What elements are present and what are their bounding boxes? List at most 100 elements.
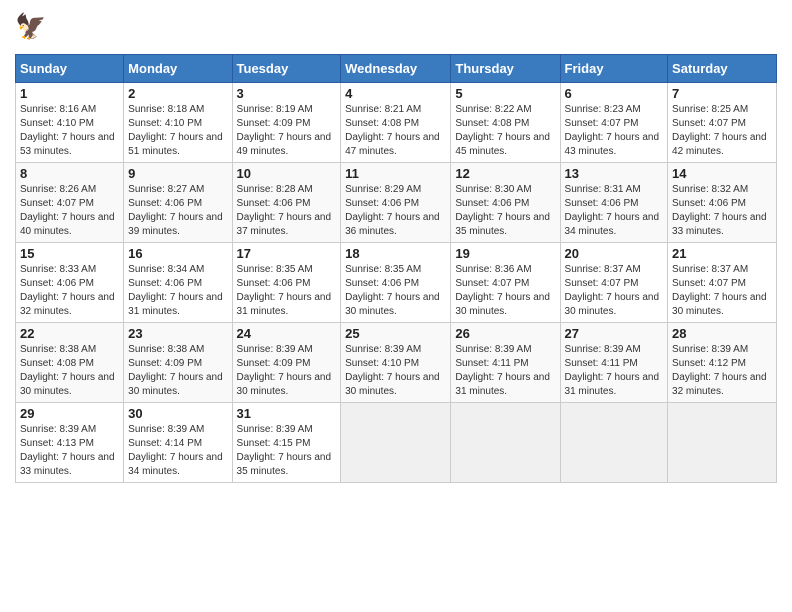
- day-info: Sunrise: 8:36 AMSunset: 4:07 PMDaylight:…: [455, 263, 555, 319]
- day-info: Sunrise: 8:28 AMSunset: 4:06 PMDaylight:…: [237, 183, 337, 239]
- day-number: 16: [128, 246, 227, 261]
- calendar-week-1: 1Sunrise: 8:16 AMSunset: 4:10 PMDaylight…: [16, 83, 777, 163]
- day-info: Sunrise: 8:35 AMSunset: 4:06 PMDaylight:…: [345, 263, 446, 319]
- day-info: Sunrise: 8:32 AMSunset: 4:06 PMDaylight:…: [672, 183, 772, 239]
- col-thursday: Thursday: [451, 55, 560, 83]
- calendar-week-5: 29Sunrise: 8:39 AMSunset: 4:13 PMDayligh…: [16, 403, 777, 483]
- day-number: 23: [128, 326, 227, 341]
- table-row: 27 Sunrise: 8:39 AMSunset: 4:11 PMDayligh…: [560, 323, 668, 403]
- day-number: 8: [20, 166, 119, 181]
- calendar-week-4: 22 Sunrise: 8:38 AMSunset: 4:08 PMDayligh…: [16, 323, 777, 403]
- day-number: 5: [455, 86, 555, 101]
- table-row: 7 Sunrise: 8:25 AMSunset: 4:07 PMDaylight…: [668, 83, 777, 163]
- day-info: Sunrise: 8:39 AMSunset: 4:11 PMDaylight:…: [565, 343, 664, 399]
- day-info: Sunrise: 8:21 AMSunset: 4:08 PMDaylight:…: [345, 103, 446, 159]
- table-row: 26Sunrise: 8:39 AMSunset: 4:11 PMDayligh…: [451, 323, 560, 403]
- day-info: Sunrise: 8:29 AMSunset: 4:06 PMDaylight:…: [345, 183, 446, 239]
- day-info: Sunrise: 8:33 AMSunset: 4:06 PMDaylight:…: [20, 263, 119, 319]
- table-row: 30 Sunrise: 8:39 AMSunset: 4:14 PMDayligh…: [124, 403, 232, 483]
- day-number: 21: [672, 246, 772, 261]
- col-saturday: Saturday: [668, 55, 777, 83]
- day-number: 31: [237, 406, 337, 421]
- table-row: 5 Sunrise: 8:22 AMSunset: 4:08 PMDaylight…: [451, 83, 560, 163]
- day-number: 18: [345, 246, 446, 261]
- table-row: 11Sunrise: 8:29 AMSunset: 4:06 PMDayligh…: [341, 163, 451, 243]
- logo: 🦅: [15, 10, 51, 46]
- day-info: Sunrise: 8:35 AMSunset: 4:06 PMDaylight:…: [237, 263, 337, 319]
- table-row: 23 Sunrise: 8:38 AMSunset: 4:09 PMDayligh…: [124, 323, 232, 403]
- day-number: 27: [565, 326, 664, 341]
- calendar-week-2: 8 Sunrise: 8:26 AMSunset: 4:07 PMDaylight…: [16, 163, 777, 243]
- day-info: Sunrise: 8:38 AMSunset: 4:09 PMDaylight:…: [128, 343, 227, 399]
- table-row: 21 Sunrise: 8:37 AMSunset: 4:07 PMDayligh…: [668, 243, 777, 323]
- col-sunday: Sunday: [16, 55, 124, 83]
- table-row: 1Sunrise: 8:16 AMSunset: 4:10 PMDaylight…: [16, 83, 124, 163]
- day-info: Sunrise: 8:37 AMSunset: 4:07 PMDaylight:…: [565, 263, 664, 319]
- table-row: 10 Sunrise: 8:28 AMSunset: 4:06 PMDayligh…: [232, 163, 341, 243]
- day-number: 7: [672, 86, 772, 101]
- day-info: Sunrise: 8:39 AMSunset: 4:15 PMDaylight:…: [237, 423, 337, 479]
- day-info: Sunrise: 8:39 AMSunset: 4:09 PMDaylight:…: [237, 343, 337, 399]
- day-info: Sunrise: 8:18 AMSunset: 4:10 PMDaylight:…: [128, 103, 227, 159]
- table-row: 31 Sunrise: 8:39 AMSunset: 4:15 PMDayligh…: [232, 403, 341, 483]
- table-row: [668, 403, 777, 483]
- day-info: Sunrise: 8:25 AMSunset: 4:07 PMDaylight:…: [672, 103, 772, 159]
- day-number: 29: [20, 406, 119, 421]
- header: 🦅: [15, 10, 777, 46]
- day-info: Sunrise: 8:22 AMSunset: 4:08 PMDaylight:…: [455, 103, 555, 159]
- table-row: 14 Sunrise: 8:32 AMSunset: 4:06 PMDayligh…: [668, 163, 777, 243]
- day-info: Sunrise: 8:31 AMSunset: 4:06 PMDaylight:…: [565, 183, 664, 239]
- table-row: 6 Sunrise: 8:23 AMSunset: 4:07 PMDaylight…: [560, 83, 668, 163]
- col-friday: Friday: [560, 55, 668, 83]
- table-row: 28 Sunrise: 8:39 AMSunset: 4:12 PMDayligh…: [668, 323, 777, 403]
- table-row: 24 Sunrise: 8:39 AMSunset: 4:09 PMDayligh…: [232, 323, 341, 403]
- col-wednesday: Wednesday: [341, 55, 451, 83]
- table-row: 12 Sunrise: 8:30 AMSunset: 4:06 PMDayligh…: [451, 163, 560, 243]
- table-row: [451, 403, 560, 483]
- day-info: Sunrise: 8:19 AMSunset: 4:09 PMDaylight:…: [237, 103, 337, 159]
- day-number: 12: [455, 166, 555, 181]
- table-row: 20 Sunrise: 8:37 AMSunset: 4:07 PMDayligh…: [560, 243, 668, 323]
- day-number: 4: [345, 86, 446, 101]
- day-number: 17: [237, 246, 337, 261]
- day-info: Sunrise: 8:39 AMSunset: 4:14 PMDaylight:…: [128, 423, 227, 479]
- day-info: Sunrise: 8:30 AMSunset: 4:06 PMDaylight:…: [455, 183, 555, 239]
- day-number: 22: [20, 326, 119, 341]
- svg-text:🦅: 🦅: [15, 11, 46, 41]
- page-container: 🦅 Sunday Monday Tuesday Wednesday Thursd…: [0, 0, 792, 498]
- table-row: 4 Sunrise: 8:21 AMSunset: 4:08 PMDaylight…: [341, 83, 451, 163]
- day-info: Sunrise: 8:39 AMSunset: 4:11 PMDaylight:…: [455, 343, 555, 399]
- table-row: 15Sunrise: 8:33 AMSunset: 4:06 PMDayligh…: [16, 243, 124, 323]
- table-row: 22 Sunrise: 8:38 AMSunset: 4:08 PMDayligh…: [16, 323, 124, 403]
- table-row: 25 Sunrise: 8:39 AMSunset: 4:10 PMDayligh…: [341, 323, 451, 403]
- table-row: [341, 403, 451, 483]
- day-number: 24: [237, 326, 337, 341]
- day-info: Sunrise: 8:39 AMSunset: 4:10 PMDaylight:…: [345, 343, 446, 399]
- table-row: 18 Sunrise: 8:35 AMSunset: 4:06 PMDayligh…: [341, 243, 451, 323]
- day-number: 14: [672, 166, 772, 181]
- table-row: 19Sunrise: 8:36 AMSunset: 4:07 PMDayligh…: [451, 243, 560, 323]
- day-info: Sunrise: 8:37 AMSunset: 4:07 PMDaylight:…: [672, 263, 772, 319]
- table-row: 3Sunrise: 8:19 AMSunset: 4:09 PMDaylight…: [232, 83, 341, 163]
- day-number: 25: [345, 326, 446, 341]
- day-number: 6: [565, 86, 664, 101]
- day-number: 20: [565, 246, 664, 261]
- day-info: Sunrise: 8:27 AMSunset: 4:06 PMDaylight:…: [128, 183, 227, 239]
- day-number: 13: [565, 166, 664, 181]
- day-info: Sunrise: 8:34 AMSunset: 4:06 PMDaylight:…: [128, 263, 227, 319]
- logo-icon: 🦅: [15, 10, 51, 46]
- day-number: 9: [128, 166, 227, 181]
- table-row: 2Sunrise: 8:18 AMSunset: 4:10 PMDaylight…: [124, 83, 232, 163]
- day-number: 30: [128, 406, 227, 421]
- day-number: 28: [672, 326, 772, 341]
- day-number: 10: [237, 166, 337, 181]
- day-info: Sunrise: 8:39 AMSunset: 4:12 PMDaylight:…: [672, 343, 772, 399]
- day-info: Sunrise: 8:26 AMSunset: 4:07 PMDaylight:…: [20, 183, 119, 239]
- day-info: Sunrise: 8:38 AMSunset: 4:08 PMDaylight:…: [20, 343, 119, 399]
- table-row: [560, 403, 668, 483]
- col-monday: Monday: [124, 55, 232, 83]
- table-row: 17 Sunrise: 8:35 AMSunset: 4:06 PMDayligh…: [232, 243, 341, 323]
- table-row: 9 Sunrise: 8:27 AMSunset: 4:06 PMDaylight…: [124, 163, 232, 243]
- day-info: Sunrise: 8:23 AMSunset: 4:07 PMDaylight:…: [565, 103, 664, 159]
- table-row: 16 Sunrise: 8:34 AMSunset: 4:06 PMDayligh…: [124, 243, 232, 323]
